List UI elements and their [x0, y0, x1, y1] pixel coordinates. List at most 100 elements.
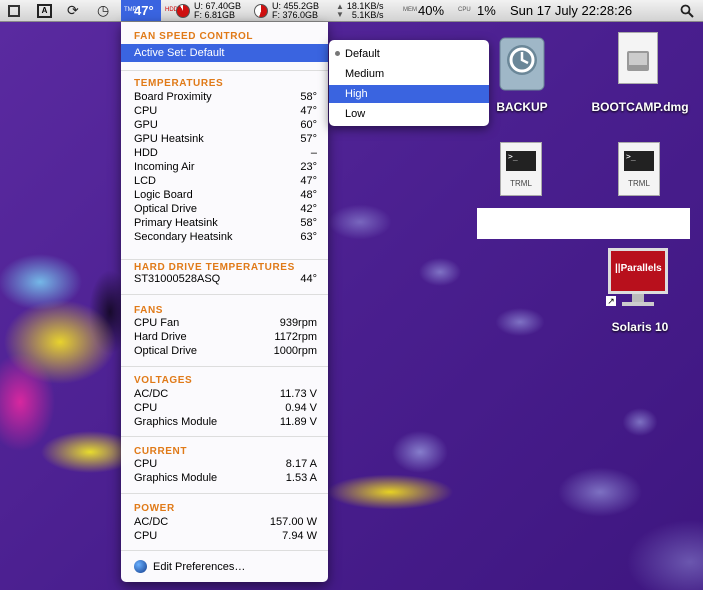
separator [121, 493, 328, 494]
display-icon[interactable] [8, 0, 20, 21]
sensor-value: 47° [300, 105, 317, 117]
sensor-row: Optical Drive 42° [134, 203, 317, 217]
power-header: POWER [134, 503, 175, 514]
active-set-menu-item[interactable]: Active Set: Default [121, 44, 328, 62]
sensor-value: 8.17 A [285, 458, 317, 470]
sensor-value: 57° [300, 133, 317, 145]
sensor-value: 0.94 V [285, 402, 317, 414]
fan-set-submenu: Default Medium High Low [329, 40, 489, 126]
fan-set-option[interactable]: Low [329, 105, 489, 123]
disk2-usage-pie-icon [254, 3, 268, 18]
solaris-label[interactable]: Solaris 10 [598, 320, 682, 334]
sensor-row: AC/DC 11.73 V [134, 388, 317, 402]
backup-drive-icon[interactable] [497, 32, 547, 92]
sensor-row: GPU 60° [134, 119, 317, 133]
mem-label: MEM [403, 7, 417, 13]
network-status-item[interactable]: ▲ ▼ 18.1KB/s 5.1KB/s [336, 0, 383, 21]
edit-preferences-menu-item[interactable]: Edit Preferences… [134, 560, 245, 573]
temperature-status-item[interactable]: TMP 47° [121, 0, 161, 21]
fan-speed-header: FAN SPEED CONTROL [134, 31, 254, 42]
disk-usage-pie-icon [176, 3, 190, 18]
hdd-label: HDD [165, 7, 178, 13]
sensor-label: Secondary Heatsink [134, 231, 233, 243]
sensor-row: Hard Drive 1172rpm [134, 331, 317, 345]
sensor-label: CPU [134, 530, 158, 542]
sensor-value: 1172rpm [274, 331, 317, 343]
fan-set-option[interactable]: High [329, 85, 489, 103]
disk2-free: F: 376.0GB [272, 9, 319, 20]
checkmark-dot-icon [335, 51, 340, 56]
sensor-value: 1.53 A [285, 472, 317, 484]
fan-set-option-label: Medium [345, 68, 385, 80]
sensor-label: Graphics Module [134, 416, 218, 428]
sync-icon[interactable]: ⟳ [67, 0, 79, 21]
separator [121, 550, 328, 551]
cpu-status-item[interactable]: CPU 1% [458, 0, 496, 21]
sensor-label: Optical Drive [134, 203, 197, 215]
sensor-label: AC/DC [134, 388, 169, 400]
sensor-label: CPU [134, 458, 158, 470]
sensor-value: 23° [300, 161, 317, 173]
sensor-row: AC/DC 157.00 W [134, 516, 317, 530]
sensor-label: CPU [134, 402, 158, 414]
spotlight-search-icon[interactable] [680, 0, 694, 21]
fan-set-option-label: High [345, 88, 368, 100]
fan-set-option[interactable]: Default [329, 45, 489, 63]
preferences-globe-icon [134, 560, 147, 573]
bootcamp-dmg-icon[interactable] [618, 32, 658, 84]
edit-preferences-label: Edit Preferences… [153, 560, 246, 573]
menu-bar: A ⟳ ◷ TMP 47° HDD U: 67.40GB F: 6.81GB U… [0, 0, 703, 22]
hdd-status-item[interactable]: HDD U: 67.40GB F: 6.81GB [165, 0, 241, 21]
sensor-value: 7.94 W [282, 530, 317, 542]
sensor-row: Board Proximity 58° [134, 91, 317, 105]
sensor-label: Hard Drive [134, 331, 187, 343]
sensor-row: Logic Board 48° [134, 189, 317, 203]
sensor-row: CPU Fan 939rpm [134, 317, 317, 331]
time-machine-icon[interactable]: ◷ [97, 0, 109, 21]
memory-status-item[interactable]: MEM 40% [403, 0, 444, 21]
screen-icon[interactable]: A [37, 0, 52, 21]
hdd-temps-header: HARD DRIVE TEMPERATURES [134, 262, 295, 273]
sensor-label: GPU [134, 119, 158, 131]
rename-field[interactable] [477, 208, 690, 239]
sensor-value: 63° [300, 231, 317, 243]
sensor-label: HDD [134, 147, 158, 159]
sensor-value: 939rpm [279, 317, 317, 329]
backup-label[interactable]: BACKUP [490, 100, 554, 114]
trml-file-icon[interactable]: >_ TRML [618, 142, 660, 196]
clock[interactable]: Sun 17 July 22:28:26 [510, 0, 632, 21]
fan-set-option[interactable]: Medium [329, 65, 489, 83]
sensor-value: 157.00 W [269, 516, 317, 528]
fans-header: FANS [134, 305, 164, 316]
separator [121, 294, 328, 295]
parallels-vm-icon[interactable]: ||Parallels ↗ [606, 248, 670, 310]
cpu-percent: 1% [477, 3, 496, 18]
sensor-label: Primary Heatsink [134, 217, 218, 229]
sensor-label: Board Proximity [134, 91, 212, 103]
sensor-label: LCD [134, 175, 157, 187]
sensor-value: 42° [300, 203, 317, 215]
sensor-row: CPU 8.17 A [134, 458, 317, 472]
sensor-row: GPU Heatsink 57° [134, 133, 317, 147]
sensor-row: Graphics Module 11.89 V [134, 416, 317, 430]
trml-file-icon[interactable]: >_ TRML [500, 142, 542, 196]
sensor-label: GPU Heatsink [134, 133, 204, 145]
disk2-usage-text: U: 455.2GB F: 376.0GB [272, 1, 319, 20]
sensor-label: AC/DC [134, 516, 169, 528]
sensor-row: CPU 0.94 V [134, 402, 317, 416]
sensor-row: Graphics Module 1.53 A [134, 472, 317, 486]
memory-percent: 40% [418, 3, 445, 18]
sensor-row: CPU 47° [134, 105, 317, 119]
terminal-icon: >_ [624, 151, 654, 171]
bootcamp-label[interactable]: BOOTCAMP.dmg [588, 100, 692, 114]
separator [121, 366, 328, 367]
sensor-row: LCD 47° [134, 175, 317, 189]
sensor-label: CPU Fan [134, 317, 180, 329]
active-set-label: Active Set: Default [134, 47, 225, 59]
trml-file-label: TRML [510, 179, 532, 188]
sensor-value: 58° [300, 217, 317, 229]
sensor-label: Logic Board [134, 189, 193, 201]
sensor-value: 11.89 V [279, 416, 317, 428]
hdd2-status-item[interactable]: U: 455.2GB F: 376.0GB [254, 0, 319, 21]
terminal-icon: >_ [506, 151, 536, 171]
